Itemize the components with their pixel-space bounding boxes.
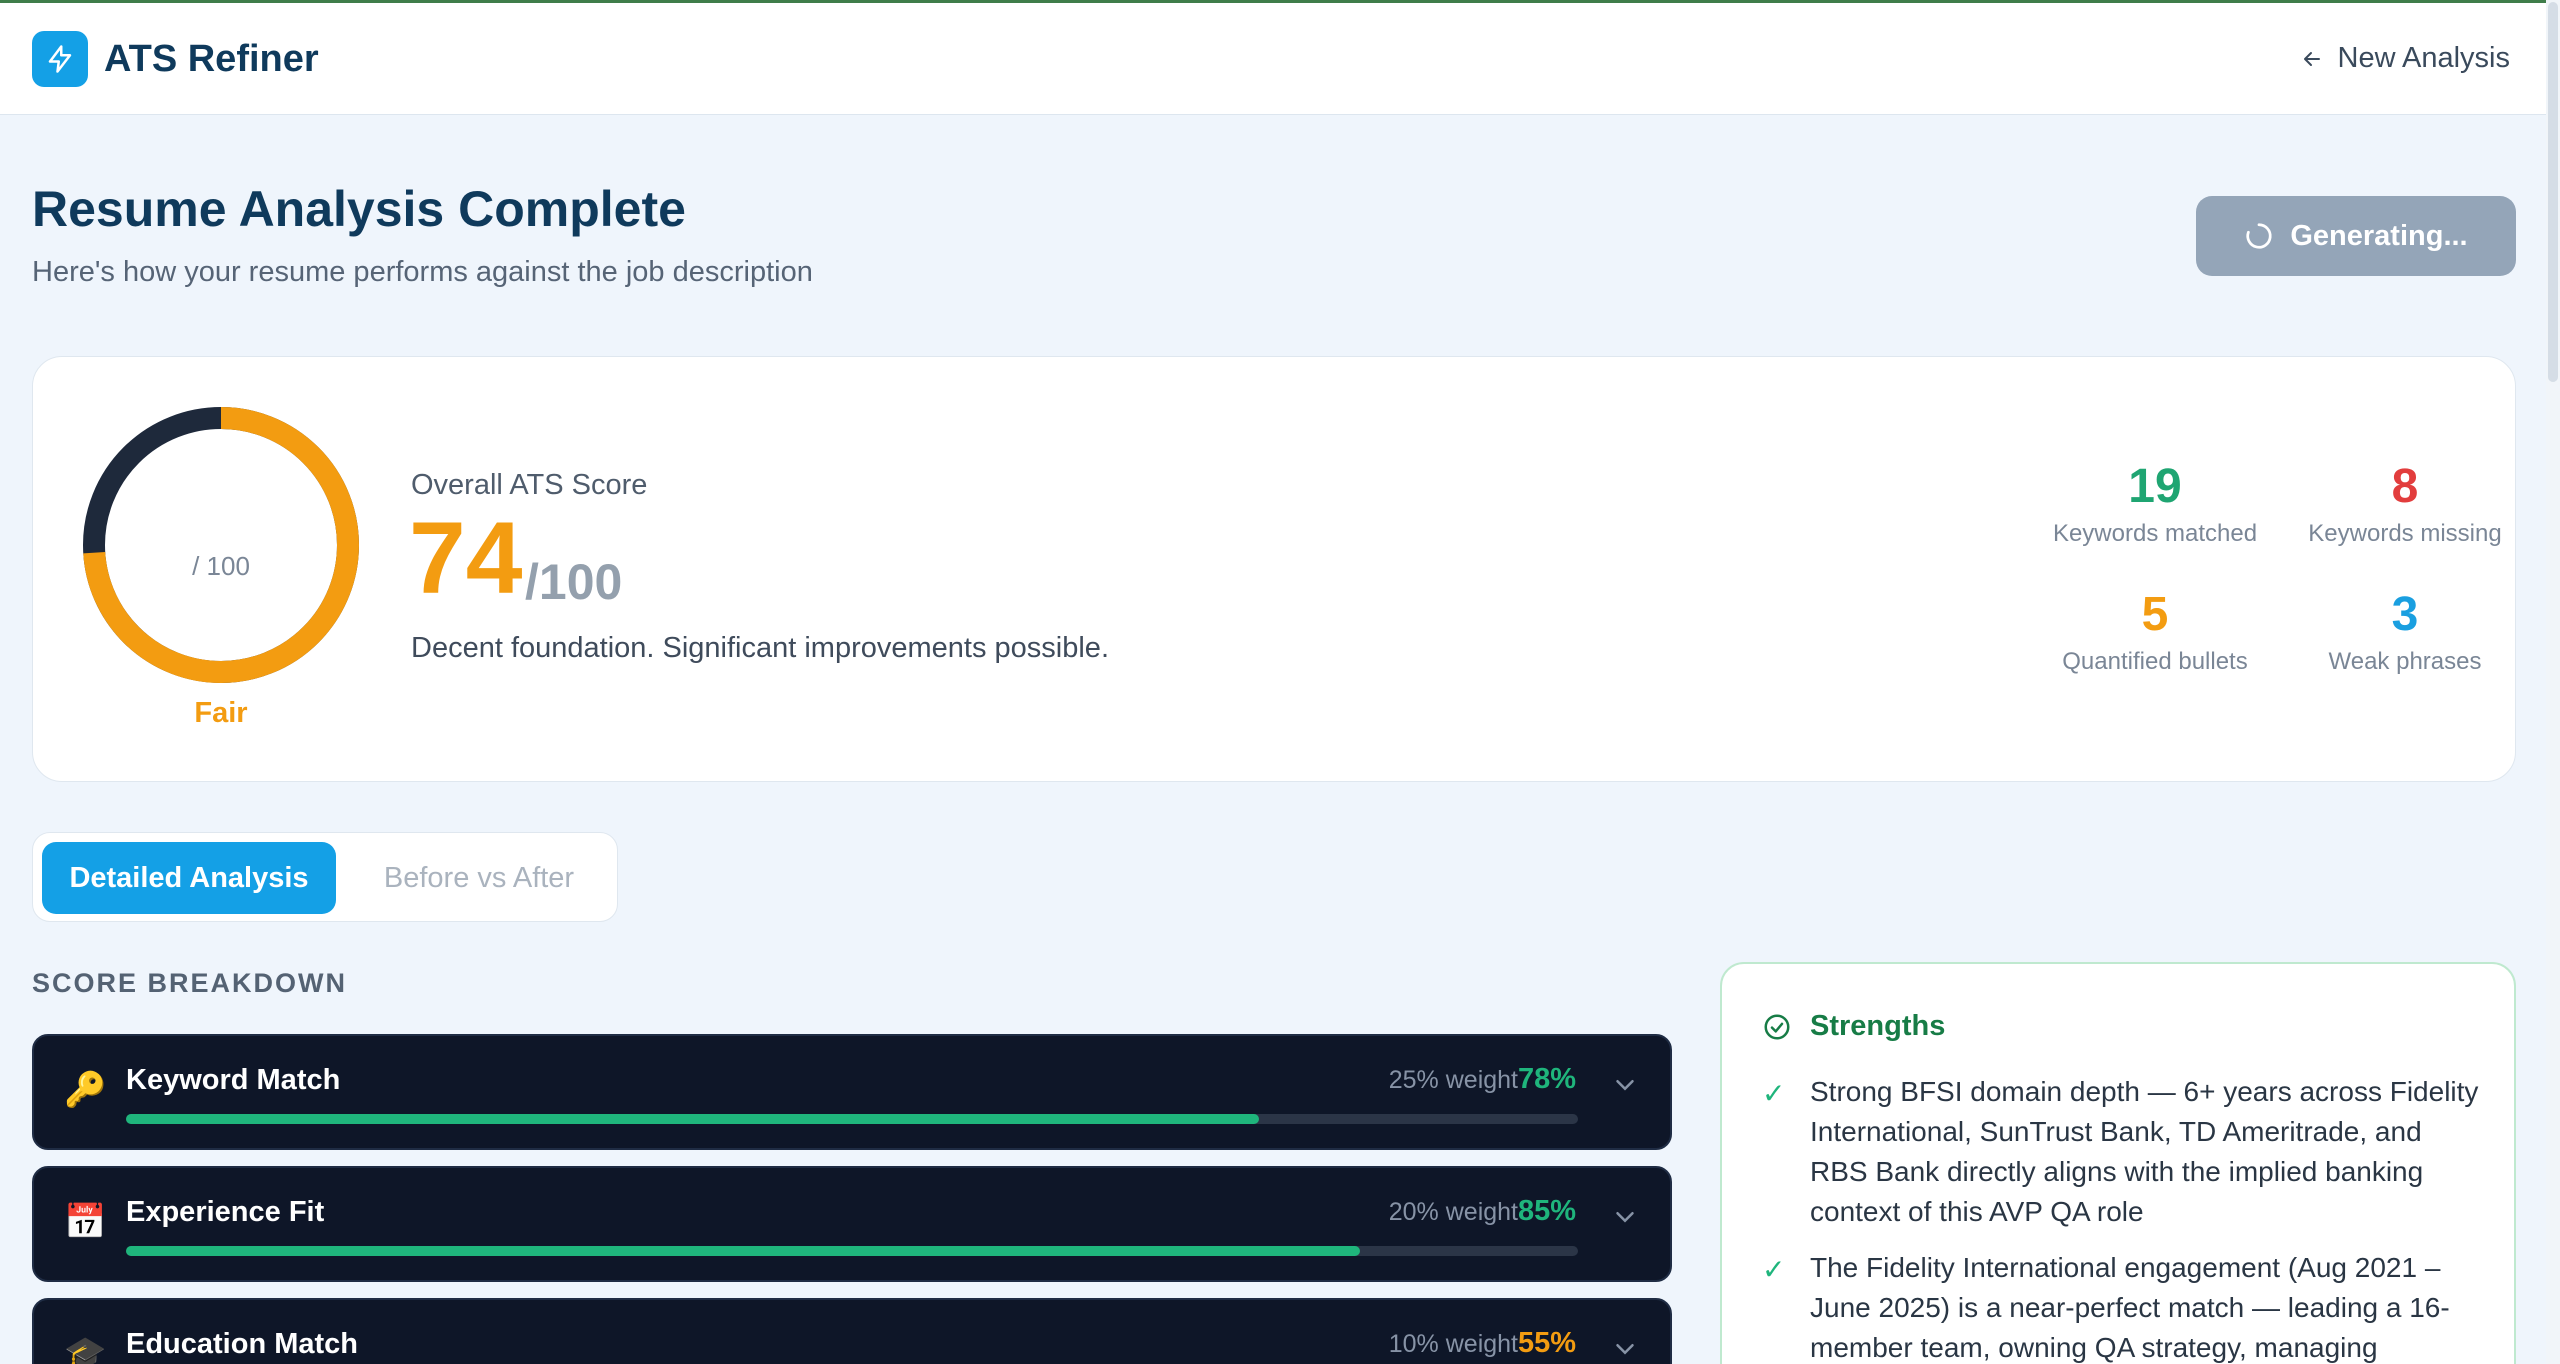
score-card: / 100 Fair Overall ATS Score 74 /100 Dec… bbox=[32, 356, 2516, 782]
lightning-icon bbox=[48, 45, 72, 73]
breakdown-row-experience-fit[interactable]: 📅 Experience Fit 20% weight 85% bbox=[32, 1166, 1672, 1282]
tab-before-vs-after[interactable]: Before vs After bbox=[349, 842, 609, 914]
ring-label: / 100 bbox=[192, 551, 250, 581]
stat-value: 8 bbox=[2391, 460, 2419, 513]
chevron-down-icon[interactable] bbox=[1610, 1070, 1640, 1100]
breakdown-row-percent: 78% bbox=[1517, 1063, 1576, 1095]
stat-keywords-missing: 8 Keywords missing bbox=[2275, 460, 2535, 548]
score-ring bbox=[83, 407, 359, 683]
strength-text: The Fidelity International engagement (A… bbox=[1810, 1252, 2450, 1363]
stat-value: 3 bbox=[2391, 588, 2419, 641]
scrollbar-thumb[interactable] bbox=[2548, 2, 2558, 382]
stat-label: Keywords missing bbox=[2308, 519, 2502, 547]
progress-fill bbox=[126, 1114, 1259, 1124]
new-analysis-link[interactable]: New Analysis bbox=[2300, 42, 2510, 75]
stat-keywords-matched: 19 Keywords matched bbox=[2025, 460, 2285, 548]
page-title: Resume Analysis Complete bbox=[32, 181, 686, 237]
calendar-icon: 📅 bbox=[64, 1203, 107, 1241]
breakdown-row-name: Keyword Match bbox=[126, 1064, 341, 1096]
breakdown-row-education-match[interactable]: 🎓 Education Match 10% weight 55% bbox=[32, 1298, 1672, 1364]
score-breakdown-list: 🔑 Keyword Match 25% weight 78% 📅 Experie… bbox=[32, 1034, 1672, 1364]
stat-value: 5 bbox=[2141, 588, 2169, 641]
arrow-left-icon bbox=[2303, 51, 2320, 66]
breakdown-row-keyword-match[interactable]: 🔑 Keyword Match 25% weight 78% bbox=[32, 1034, 1672, 1150]
generate-button-label: Generating... bbox=[2290, 219, 2468, 252]
breakdown-row-percent: 55% bbox=[1517, 1327, 1576, 1359]
key-icon: 🔑 bbox=[64, 1071, 107, 1109]
breakdown-row-name: Education Match bbox=[126, 1328, 359, 1360]
graduation-cap-icon: 🎓 bbox=[64, 1335, 107, 1364]
score-verdict: Decent foundation. Significant improveme… bbox=[411, 632, 1109, 664]
stat-label: Weak phrases bbox=[2328, 647, 2482, 675]
app-header: ATS Refiner New Analysis bbox=[0, 3, 2546, 115]
chevron-down-icon[interactable] bbox=[1610, 1334, 1640, 1364]
progress-track bbox=[126, 1246, 1578, 1256]
overall-score-denominator: /100 bbox=[525, 554, 623, 610]
breakdown-row-percent: 85% bbox=[1517, 1195, 1576, 1227]
scrollbar[interactable] bbox=[2546, 0, 2560, 1364]
breakdown-row-weight: 25% weight bbox=[1388, 1066, 1518, 1094]
stat-label: Quantified bullets bbox=[2062, 647, 2248, 675]
strengths-heading: Strengths bbox=[1762, 1010, 1945, 1043]
stat-value: 19 bbox=[2128, 460, 2182, 513]
logo bbox=[32, 31, 88, 87]
tab-detailed-analysis[interactable]: Detailed Analysis bbox=[42, 842, 336, 914]
breakdown-row-weight: 10% weight bbox=[1388, 1330, 1518, 1358]
breakdown-row-weight: 20% weight bbox=[1388, 1198, 1518, 1226]
progress-track bbox=[126, 1114, 1578, 1124]
rating-label: Fair bbox=[194, 697, 248, 729]
view-tabs: Detailed Analysis Before vs After bbox=[32, 832, 618, 922]
check-circle-icon bbox=[1764, 1014, 1790, 1039]
strength-text: Strong BFSI domain depth — 6+ years acro… bbox=[1810, 1076, 2479, 1227]
stat-label: Keywords matched bbox=[2052, 519, 2258, 547]
overall-score-label: Overall ATS Score bbox=[411, 469, 648, 501]
checkmark-icon: ✓ bbox=[1762, 1078, 1786, 1109]
strengths-card: Strengths ✓ Strong BFSI domain depth — 6… bbox=[1720, 962, 2516, 1364]
strengths-title: Strengths bbox=[1810, 1010, 1946, 1042]
progress-fill bbox=[126, 1246, 1361, 1256]
overall-score-value: 74 bbox=[409, 501, 523, 615]
score-breakdown-heading: SCORE BREAKDOWN bbox=[32, 968, 348, 998]
page-subtitle: Here's how your resume performs against … bbox=[32, 256, 813, 288]
chevron-down-icon[interactable] bbox=[1610, 1202, 1640, 1232]
brand-name: ATS Refiner bbox=[104, 38, 319, 80]
breakdown-row-name: Experience Fit bbox=[126, 1196, 325, 1228]
generate-button[interactable]: Generating... bbox=[2196, 196, 2516, 276]
new-analysis-label: New Analysis bbox=[2337, 42, 2510, 74]
stat-quantified-bullets: 5 Quantified bullets bbox=[2025, 588, 2285, 676]
spinner-icon bbox=[2246, 223, 2272, 249]
checkmark-icon: ✓ bbox=[1762, 1254, 1786, 1285]
stat-weak-phrases: 3 Weak phrases bbox=[2275, 588, 2535, 676]
